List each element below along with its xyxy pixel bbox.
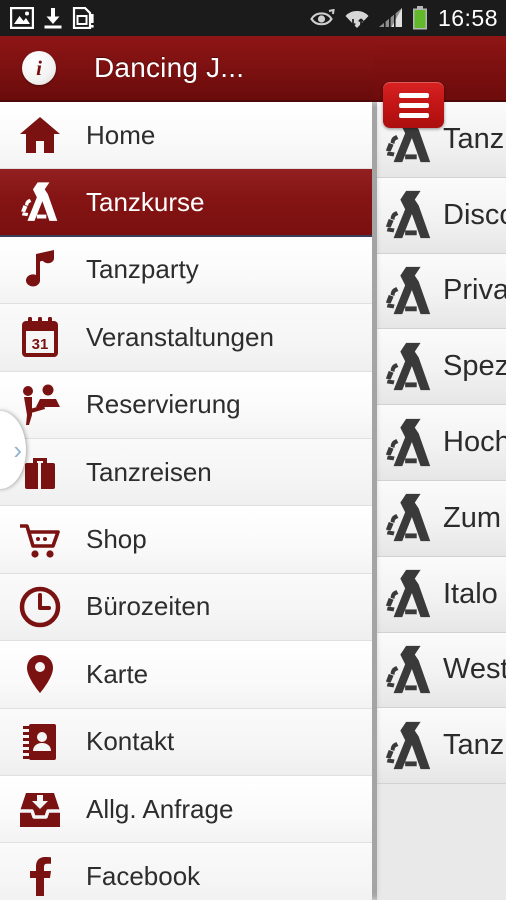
home-icon bbox=[18, 113, 62, 157]
sidebar-item-label: Tanzparty bbox=[86, 254, 199, 285]
signal-bars-icon bbox=[378, 8, 402, 28]
page-title: Dancing J... bbox=[94, 52, 245, 83]
dancing-couple-icon bbox=[383, 188, 435, 242]
status-bar-clock: 16:58 bbox=[437, 4, 498, 31]
course-list-item-label: Hoch bbox=[443, 426, 506, 459]
sidebar-item-label: Reservierung bbox=[86, 389, 241, 420]
course-list-item[interactable]: Disco bbox=[377, 177, 506, 254]
image-icon bbox=[10, 7, 34, 29]
info-icon: i bbox=[36, 55, 42, 80]
course-list-item[interactable]: Italo bbox=[377, 556, 506, 633]
course-list-item[interactable]: West bbox=[377, 632, 506, 709]
clock-icon bbox=[18, 585, 62, 629]
menu-bar-2 bbox=[398, 102, 429, 108]
action-bar: i Dancing J... bbox=[0, 36, 506, 128]
sidebar-item-label: Facebook bbox=[86, 860, 201, 891]
status-bar-right-icons: 16:58 bbox=[310, 6, 498, 30]
course-list-item[interactable]: Hoch bbox=[377, 405, 506, 481]
sidebar-item-kontakt[interactable]: Kontakt bbox=[0, 708, 372, 776]
menu-bar-1 bbox=[398, 92, 429, 98]
sidebar-item-tanzparty[interactable]: Tanzparty bbox=[0, 236, 372, 305]
dancing-couple-icon bbox=[383, 643, 435, 697]
dancing-couple-icon bbox=[383, 567, 435, 621]
sidebar-item-facebook[interactable]: Facebook bbox=[0, 843, 372, 900]
course-list-item-label: Spez bbox=[443, 350, 506, 383]
sidebar-item-label: Bürozeiten bbox=[86, 591, 211, 622]
dancing-couple-icon bbox=[18, 180, 62, 224]
sidebar-item-b-rozeiten[interactable]: Bürozeiten bbox=[0, 573, 372, 642]
course-list-item-label: Italo bbox=[443, 577, 498, 610]
sidebar-item-tanzreisen[interactable]: Tanzreisen bbox=[0, 438, 372, 507]
music-note-icon bbox=[18, 248, 62, 292]
smart-stay-eye-icon bbox=[310, 9, 335, 26]
dancing-couple-icon bbox=[383, 340, 435, 394]
sidebar-item-karte[interactable]: Karte bbox=[0, 641, 372, 709]
chevron-right-icon: › bbox=[13, 435, 22, 465]
sidebar-item-label: Allg. Anfrage bbox=[86, 793, 234, 824]
dancing-couple-icon bbox=[383, 719, 435, 773]
calendar-icon: 31 bbox=[18, 315, 62, 359]
facebook-icon bbox=[18, 854, 62, 898]
info-button[interactable]: i bbox=[22, 51, 56, 85]
dancing-couple-icon bbox=[383, 491, 435, 545]
sidebar-item-label: Tanzreisen bbox=[86, 456, 212, 487]
sidebar-item-reservierung[interactable]: Reservierung bbox=[0, 371, 372, 439]
sim-card-alert-icon bbox=[72, 7, 94, 29]
sidebar-item-label: Veranstaltungen bbox=[86, 321, 274, 352]
sidebar-item-shop[interactable]: Shop bbox=[0, 506, 372, 574]
course-list-item-label: Zum bbox=[443, 501, 501, 534]
course-list-item-label: Priva bbox=[443, 274, 506, 307]
sidebar-item-allg-anfrage[interactable]: Allg. Anfrage bbox=[0, 775, 372, 844]
reservation-icon bbox=[18, 383, 62, 427]
course-list-item-label: Tanz bbox=[443, 122, 505, 155]
sidebar-item-label: Kontakt bbox=[86, 726, 175, 757]
course-list-item-label: Disco bbox=[443, 198, 506, 231]
wifi-icon bbox=[345, 11, 369, 28]
map-pin-icon bbox=[18, 652, 62, 696]
sidebar-item-veranstaltungen[interactable]: 31 Veranstaltungen bbox=[0, 304, 372, 372]
action-bar-left: i Dancing J... bbox=[0, 36, 374, 100]
course-list-empty-area bbox=[377, 784, 506, 900]
course-list-panel[interactable]: Tanz Disco Priva Spez Hoch Zum Italo West Tanz bbox=[377, 102, 506, 900]
sidebar-item-home[interactable]: Home bbox=[0, 102, 372, 170]
download-icon bbox=[44, 8, 62, 29]
svg-text:31: 31 bbox=[32, 336, 49, 353]
navigation-drawer[interactable]: Home Tanzkurse Tanzparty 31 Veranstaltungen R… bbox=[0, 102, 372, 900]
hamburger-menu-button[interactable] bbox=[383, 82, 444, 128]
sidebar-item-label: Karte bbox=[86, 658, 149, 689]
inbox-download-icon bbox=[18, 787, 62, 831]
course-list-item[interactable]: Priva bbox=[377, 253, 506, 330]
course-list-item-label: Tanz bbox=[443, 729, 505, 762]
status-bar-left-icons bbox=[10, 7, 94, 29]
course-list-item[interactable]: Spez bbox=[377, 329, 506, 406]
sidebar-item-label: Home bbox=[86, 119, 156, 150]
shopping-cart-icon bbox=[18, 518, 62, 562]
sidebar-item-label: Shop bbox=[86, 524, 147, 555]
course-list-item[interactable]: Tanz bbox=[377, 708, 506, 785]
battery-icon bbox=[412, 6, 427, 30]
status-bar: 16:58 bbox=[0, 0, 506, 36]
dancing-couple-icon bbox=[383, 416, 435, 470]
course-list-item[interactable]: Zum bbox=[377, 480, 506, 557]
navigation-list: Home Tanzkurse Tanzparty 31 Veranstaltungen R… bbox=[0, 102, 372, 900]
dancing-couple-icon bbox=[383, 264, 435, 318]
address-book-icon bbox=[18, 720, 62, 764]
sidebar-item-tanzkurse[interactable]: Tanzkurse bbox=[0, 169, 372, 237]
course-list: Tanz Disco Priva Spez Hoch Zum Italo West Tanz bbox=[377, 102, 506, 785]
menu-bar-3 bbox=[398, 112, 429, 118]
course-list-item-label: West bbox=[443, 653, 506, 686]
sidebar-item-label: Tanzkurse bbox=[86, 186, 205, 217]
